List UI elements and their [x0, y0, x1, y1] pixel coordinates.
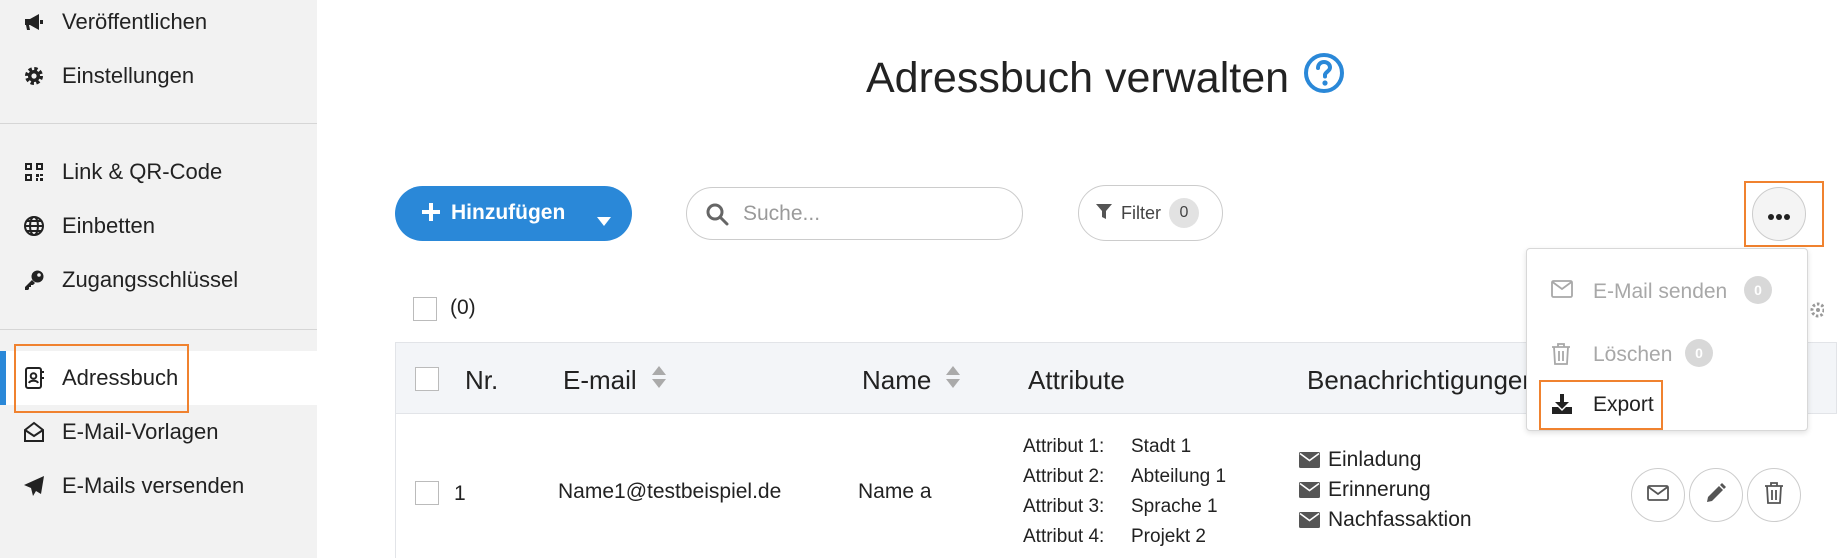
dropdown-item-label: E-Mail senden [1593, 280, 1728, 303]
attribute-value: Abteilung 1 [1131, 466, 1227, 487]
attribute-value: Projekt 2 [1131, 526, 1206, 547]
sidebar-item-email-vorlagen[interactable]: E-Mail-Vorlagen [0, 405, 317, 459]
filter-icon [1095, 203, 1113, 226]
row-name: Name a [858, 480, 932, 503]
sidebar-item-einstellungen[interactable]: Einstellungen [0, 49, 317, 103]
sidebar-item-label: Veröffentlichen [62, 9, 208, 34]
selected-count: (0) [450, 296, 476, 319]
trash-icon [1551, 343, 1571, 371]
qr-code-icon [22, 160, 46, 184]
attribute-key: Attribut 3: [1023, 496, 1105, 517]
notification-item: Nachfassaktion [1299, 508, 1472, 532]
sidebar-item-link-qr[interactable]: Link & QR-Code [0, 145, 317, 199]
sidebar-item-einbetten[interactable]: Einbetten [0, 199, 317, 253]
chevron-down-icon[interactable] [597, 208, 611, 232]
sidebar-divider [0, 123, 317, 124]
filter-label: Filter [1121, 203, 1161, 223]
sidebar-item-label: Einbetten [62, 213, 155, 238]
edit-button[interactable] [1689, 468, 1743, 522]
column-settings-gear-icon[interactable] [1808, 300, 1826, 325]
sidebar-item-label: Zugangsschlüssel [62, 267, 239, 292]
sidebar-divider [0, 329, 317, 330]
attribute-line: Attribut 2: Abteilung 1 [1023, 466, 1226, 488]
column-header-attribute: Attribute [1028, 365, 1125, 396]
notification-label: Nachfassaktion [1328, 508, 1472, 531]
column-header-label: Attribute [1028, 365, 1125, 395]
column-header-benachrichtigungen: Benachrichtigungen [1307, 365, 1537, 396]
column-header-nr: Nr. [465, 365, 498, 396]
notification-label: Einladung [1328, 448, 1422, 471]
envelope-icon [1299, 452, 1320, 468]
plus-icon [421, 202, 441, 228]
paper-plane-icon [22, 474, 46, 498]
sidebar-item-label: E-Mail-Vorlagen [62, 419, 219, 444]
sidebar-item-label: E-Mails versenden [62, 473, 245, 498]
sidebar: Veröffentlichen Einstellungen Link & QR-… [0, 0, 317, 558]
column-header-label: Nr. [465, 365, 499, 395]
search-icon [705, 202, 729, 231]
page-title-text: Adressbuch verwalten [866, 54, 1290, 102]
dropdown-item-loeschen[interactable]: Löschen 0 [1527, 329, 1809, 379]
row-checkbox[interactable] [415, 481, 439, 505]
filter-count-badge: 0 [1169, 198, 1199, 228]
trash-icon [1764, 481, 1784, 509]
dropdown-item-label: Löschen [1593, 343, 1673, 366]
notification-label: Erinnerung [1328, 478, 1431, 501]
sidebar-item-label: Link & QR-Code [62, 159, 223, 184]
question-circle-icon[interactable] [1303, 52, 1345, 105]
row-email: Name1@testbeispiel.de [558, 480, 782, 503]
notification-item: Einladung [1299, 448, 1421, 472]
attribute-line: Attribut 1: Stadt 1 [1023, 436, 1191, 458]
search-box [686, 187, 1023, 240]
sort-icon[interactable] [651, 365, 667, 396]
attribute-key: Attribut 1: [1023, 436, 1105, 457]
sort-icon[interactable] [945, 365, 961, 396]
search-input[interactable] [741, 198, 1005, 230]
key-icon [22, 268, 46, 292]
attribute-line: Attribut 3: Sprache 1 [1023, 496, 1218, 518]
sidebar-item-label: Einstellungen [62, 63, 195, 88]
header-checkbox[interactable] [415, 367, 439, 391]
attribute-value: Sprache 1 [1131, 496, 1218, 517]
delete-button[interactable] [1747, 468, 1801, 522]
highlight-more-options [1744, 181, 1824, 247]
attribute-value: Stadt 1 [1131, 436, 1192, 457]
highlight-export [1539, 380, 1663, 430]
table-body: 1 Name1@testbeispiel.de Name a Attribut … [395, 414, 1837, 558]
filter-button[interactable]: Filter 0 [1078, 185, 1223, 241]
sidebar-item-zugangsschluessel[interactable]: Zugangsschlüssel [0, 253, 317, 307]
row-nr: 1 [454, 482, 466, 505]
envelope-icon [1551, 280, 1573, 304]
attribute-key: Attribut 2: [1023, 466, 1105, 487]
select-all-checkbox[interactable] [413, 297, 437, 321]
add-button[interactable]: Hinzufügen [395, 186, 632, 241]
globe-icon [22, 214, 46, 238]
column-header-email[interactable]: E-mail [563, 365, 667, 396]
notification-item: Erinnerung [1299, 478, 1431, 502]
gear-icon [22, 64, 46, 88]
column-header-label: E-mail [563, 365, 637, 395]
attribute-line: Attribut 4: Projekt 2 [1023, 526, 1206, 548]
add-button-label: Hinzufügen [451, 201, 566, 224]
delete-count-badge: 0 [1685, 339, 1713, 367]
sidebar-item-veroeffentlichen[interactable]: Veröffentlichen [0, 0, 317, 49]
highlight-adressbuch [14, 344, 189, 413]
envelope-icon [1299, 482, 1320, 498]
send-email-button[interactable] [1631, 468, 1685, 522]
page-title: Adressbuch verwalten [866, 52, 1345, 105]
envelope-open-icon [22, 420, 46, 444]
email-count-badge: 0 [1744, 276, 1772, 304]
pencil-icon [1705, 482, 1727, 509]
sidebar-item-emails-versenden[interactable]: E-Mails versenden [0, 459, 317, 513]
attribute-key: Attribut 4: [1023, 526, 1105, 547]
column-header-label: Benachrichtigungen [1307, 365, 1537, 395]
dropdown-item-email-senden[interactable]: E-Mail senden 0 [1527, 266, 1809, 316]
megaphone-icon [22, 10, 46, 34]
column-header-name[interactable]: Name [862, 365, 961, 396]
column-header-label: Name [862, 365, 932, 395]
envelope-icon [1299, 512, 1320, 528]
envelope-icon [1647, 484, 1669, 506]
